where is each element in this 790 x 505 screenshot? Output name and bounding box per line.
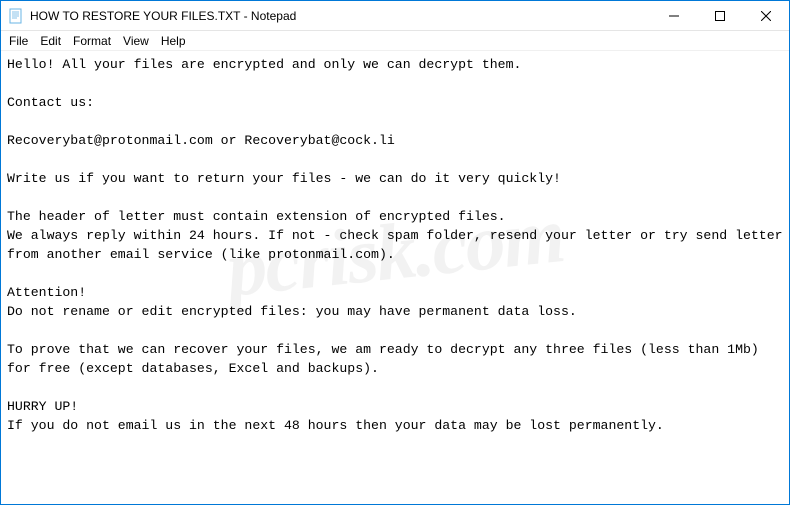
- window-title: HOW TO RESTORE YOUR FILES.TXT - Notepad: [30, 9, 651, 23]
- titlebar: HOW TO RESTORE YOUR FILES.TXT - Notepad: [1, 1, 789, 31]
- minimize-icon: [669, 11, 679, 21]
- menubar: File Edit Format View Help: [1, 31, 789, 51]
- maximize-icon: [715, 11, 725, 21]
- menu-format[interactable]: Format: [67, 33, 117, 49]
- close-button[interactable]: [743, 1, 789, 31]
- window-controls: [651, 1, 789, 30]
- text-area[interactable]: Hello! All your files are encrypted and …: [1, 51, 789, 504]
- menu-view[interactable]: View: [117, 33, 155, 49]
- minimize-button[interactable]: [651, 1, 697, 31]
- menu-help[interactable]: Help: [155, 33, 192, 49]
- menu-edit[interactable]: Edit: [34, 33, 67, 49]
- menu-file[interactable]: File: [3, 33, 34, 49]
- maximize-button[interactable]: [697, 1, 743, 31]
- notepad-icon: [8, 8, 24, 24]
- close-icon: [761, 11, 771, 21]
